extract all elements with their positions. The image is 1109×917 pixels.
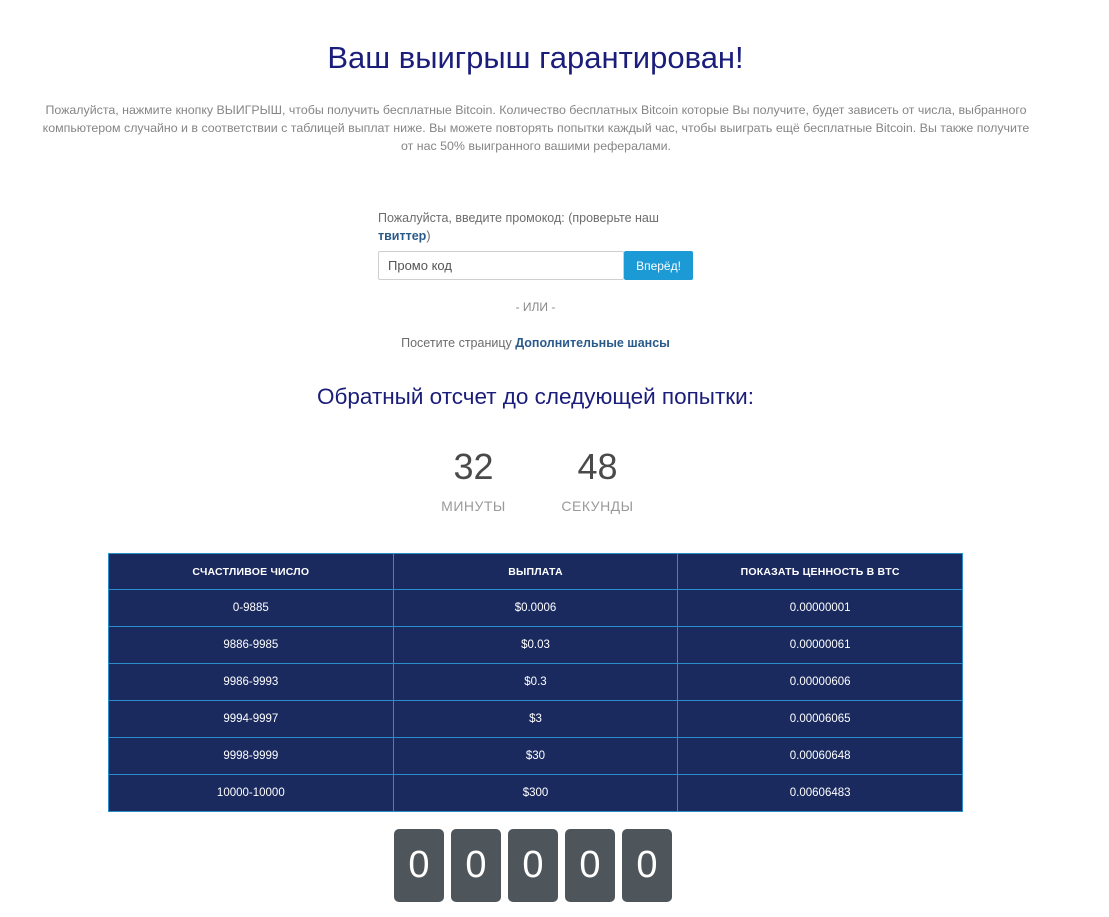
header-payout: ВЫПЛАТА	[392, 553, 679, 590]
timer-minutes: 32 МИНУТЫ	[412, 446, 536, 514]
seconds-value: 48	[577, 446, 618, 487]
promo-label-suffix: )	[426, 229, 431, 243]
table-row: 9994-9997 $3 0.00006065	[108, 700, 963, 738]
btc-value-cell: 0.00000001	[677, 589, 963, 627]
payout-cell: $300	[392, 774, 679, 812]
payout-cell: $0.3	[392, 663, 679, 701]
promo-label: Пожалуйста, введите промокод: (проверьте…	[378, 209, 688, 245]
table-row: 10000-10000 $300 0.00606483	[108, 774, 963, 812]
intro-text: Пожалуйста, нажмите кнопку ВЫИГРЫШ, чтоб…	[42, 103, 1030, 153]
page: Ваш выигрыш гарантирован! Пожалуйста, на…	[0, 0, 1109, 917]
lucky-number-cell: 0-9885	[108, 589, 394, 627]
header-btc-value: ПОКАЗАТЬ ЦЕННОСТЬ В BTC	[677, 553, 963, 590]
payout-cell: $3	[392, 700, 679, 738]
countdown-timer: 32 МИНУТЫ 48 СЕКУНДЫ	[0, 446, 1071, 514]
minutes-label: МИНУТЫ	[441, 498, 506, 514]
page-title: Ваш выигрыш гарантирован!	[327, 40, 744, 75]
lucky-number-cell: 10000-10000	[108, 774, 394, 812]
promo-row: Вперёд!	[378, 251, 698, 281]
minutes-value: 32	[453, 446, 494, 487]
lucky-number-cell: 9994-9997	[108, 700, 394, 738]
table-row: 9886-9985 $0.03 0.00000061	[108, 626, 963, 664]
digit-3: 0	[508, 829, 558, 902]
lucky-number-cell: 9886-9985	[108, 626, 394, 664]
promo-submit-button[interactable]: Вперёд!	[624, 251, 693, 280]
seconds-label: СЕКУНДЫ	[561, 498, 634, 514]
btc-value-cell: 0.00000061	[677, 626, 963, 664]
payout-table: СЧАСТЛИВОЕ ЧИСЛО ВЫПЛАТА ПОКАЗАТЬ ЦЕННОС…	[108, 553, 963, 812]
btc-value-cell: 0.00060648	[677, 737, 963, 775]
payout-cell: $0.03	[392, 626, 679, 664]
promo-code-input[interactable]	[378, 251, 624, 280]
table-header-row: СЧАСТЛИВОЕ ЧИСЛО ВЫПЛАТА ПОКАЗАТЬ ЦЕННОС…	[108, 553, 963, 590]
or-separator: - ИЛИ -	[515, 300, 556, 314]
lucky-number-display: 0 0 0 0 0	[394, 829, 679, 902]
table-row: 9986-9993 $0.3 0.00000606	[108, 663, 963, 701]
countdown-title: Обратный отсчет до следующей попытки:	[317, 384, 754, 409]
lucky-number-cell: 9986-9993	[108, 663, 394, 701]
digit-4: 0	[565, 829, 615, 902]
payout-cell: $0.0006	[392, 589, 679, 627]
btc-value-cell: 0.00000606	[677, 663, 963, 701]
timer-seconds: 48 СЕКУНДЫ	[536, 446, 660, 514]
promo-block: Пожалуйста, введите промокод: (проверьте…	[378, 209, 698, 281]
digit-5: 0	[622, 829, 672, 902]
digit-1: 0	[394, 829, 444, 902]
visit-prefix: Посетите страницу	[401, 336, 516, 350]
table-row: 0-9885 $0.0006 0.00000001	[108, 589, 963, 627]
lucky-number-cell: 9998-9999	[108, 737, 394, 775]
payout-cell: $30	[392, 737, 679, 775]
extra-chances-link[interactable]: Дополнительные шансы	[515, 336, 670, 350]
header-lucky-number: СЧАСТЛИВОЕ ЧИСЛО	[108, 553, 394, 590]
btc-value-cell: 0.00006065	[677, 700, 963, 738]
promo-label-prefix: Пожалуйста, введите промокод: (проверьте…	[378, 211, 659, 225]
table-row: 9998-9999 $30 0.00060648	[108, 737, 963, 775]
twitter-link[interactable]: твиттер	[378, 229, 426, 243]
btc-value-cell: 0.00606483	[677, 774, 963, 812]
digit-2: 0	[451, 829, 501, 902]
extra-chances-line: Посетите страницу Дополнительные шансы	[0, 336, 1071, 350]
